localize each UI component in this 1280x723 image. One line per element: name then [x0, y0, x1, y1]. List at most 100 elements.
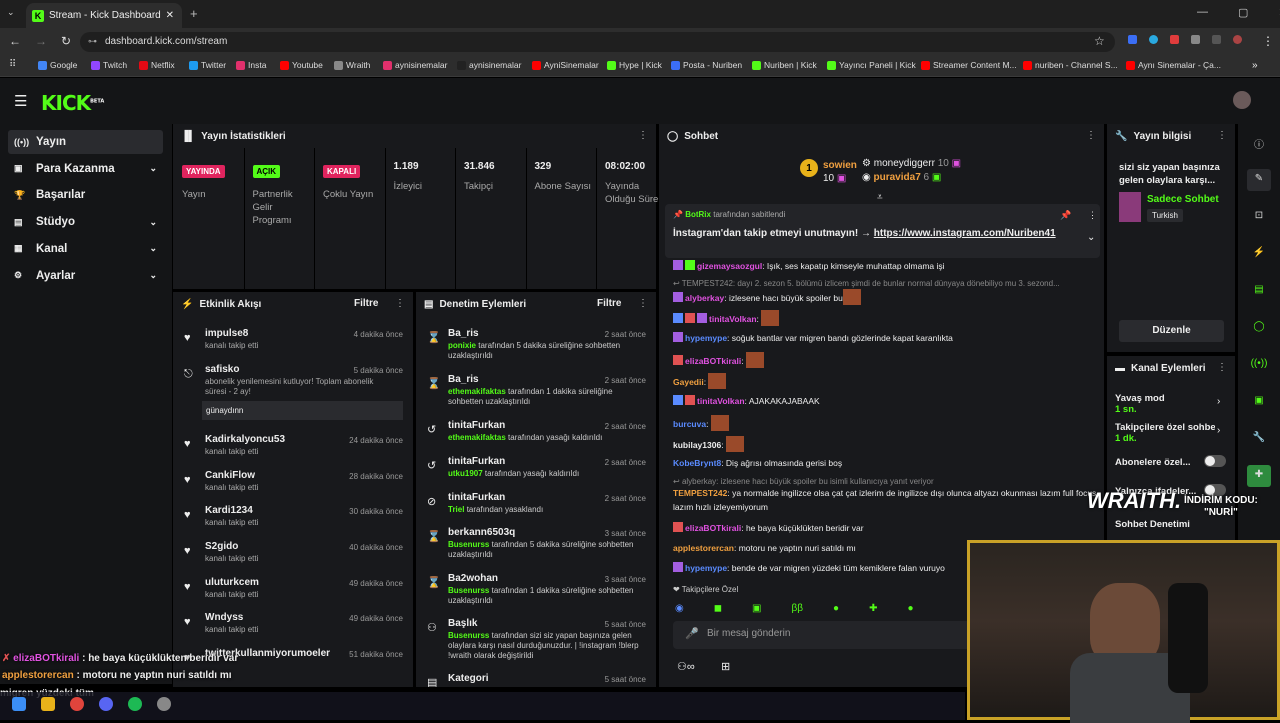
nav-item-channel[interactable]: ▦ Kanal ⌄ — [8, 237, 163, 261]
chat-username[interactable]: tinitaVolkan — [697, 396, 745, 406]
chat-username[interactable]: hypemype — [685, 563, 727, 573]
moderation-target[interactable]: Ba2wohan — [448, 573, 498, 584]
leader-1-name[interactable]: sowien — [823, 159, 857, 172]
info-icon[interactable]: ⓘ — [1247, 132, 1271, 154]
nav-item-settings[interactable]: ⚙ Ayarlar ⌄ — [8, 264, 163, 288]
followers-only-chevron-icon[interactable]: › — [1217, 425, 1220, 436]
chat-username[interactable]: KobeBrynt8 — [673, 458, 721, 468]
chat-username[interactable]: elizaBOTkirali — [685, 523, 741, 533]
edit-info-button[interactable]: Düzenle — [1119, 320, 1224, 342]
file-explorer-icon[interactable] — [41, 697, 55, 711]
slow-mode-chevron-icon[interactable]: › — [1217, 396, 1220, 407]
leader-3-name[interactable]: puravida7 — [874, 172, 921, 183]
reload-icon[interactable]: ↻ — [61, 34, 71, 48]
emote-icon[interactable]: ✚ — [869, 603, 877, 614]
extensions-icon[interactable] — [1191, 35, 1200, 44]
bookmark-item[interactable]: Hype | Kick — [607, 60, 662, 70]
chat-username[interactable]: applestorercan — [673, 543, 734, 553]
spotify-icon[interactable] — [128, 697, 142, 711]
wrench-icon[interactable]: 🔧 — [1247, 428, 1271, 450]
emote-icon[interactable]: ▣ — [752, 603, 761, 614]
moderation-filter-button[interactable]: Filtre — [597, 298, 621, 309]
chat-username[interactable]: gizemaysaozgul — [697, 261, 762, 271]
edit-icon[interactable]: ✎ — [1247, 169, 1271, 191]
site-info-icon[interactable]: ⊶ — [88, 36, 97, 47]
emote-icon[interactable]: ◼ — [714, 603, 722, 614]
minimize-icon[interactable]: — — [1197, 6, 1208, 19]
hamburger-menu-icon[interactable]: ☰ — [14, 92, 27, 110]
chat-bubble-icon[interactable]: ◯ — [1247, 317, 1271, 339]
moderation-target[interactable]: Ba_ris — [448, 374, 479, 385]
collapse-leaderboard-icon[interactable]: ⩡ — [877, 192, 883, 203]
slow-mode-setting[interactable]: Yavaş mod 1 sn. — [1115, 393, 1165, 415]
browser-tab[interactable]: K Stream - Kick Dashboard ✕ — [26, 3, 182, 28]
chevron-down-icon[interactable]: ⌄ — [149, 217, 157, 228]
activity-user[interactable]: Kadirkalyoncu53 — [205, 434, 285, 445]
profile-avatar[interactable] — [1233, 35, 1242, 44]
bookmark-item[interactable]: Aynı Sinemalar - Ça... — [1126, 60, 1221, 70]
nav-item-achievements[interactable]: 🏆 Başarılar — [8, 183, 163, 207]
mic-icon[interactable]: 🎤 — [685, 627, 699, 640]
moderation-target[interactable]: Başlık — [448, 618, 477, 629]
bookmark-item[interactable]: Google — [38, 60, 77, 70]
bolt-icon[interactable]: ⚡ — [1247, 243, 1271, 265]
chat-username[interactable]: Gayedii — [673, 377, 704, 387]
moderation-target[interactable]: tinitaFurkan — [448, 456, 505, 467]
bookmark-item[interactable]: Yayıncı Paneli | Kick — [827, 60, 916, 70]
activity-menu-icon[interactable]: ⋮ — [395, 298, 405, 309]
moderation-target[interactable]: tinitaFurkan — [448, 492, 505, 503]
subscribers-only-toggle[interactable] — [1204, 455, 1226, 467]
chat-username[interactable]: alyberkay — [685, 293, 724, 303]
windows-start-icon[interactable] — [12, 697, 26, 711]
emote-icon[interactable]: ◉ — [675, 603, 684, 614]
chat-settings-icon[interactable]: ⚇∞ — [677, 660, 695, 673]
chat-username[interactable]: burcuva — [673, 419, 706, 429]
bookmark-star-icon[interactable]: ☆ — [1094, 34, 1105, 48]
maximize-icon[interactable]: ▢ — [1238, 6, 1248, 19]
tab-list-icon[interactable]: ⌄ — [7, 7, 15, 18]
user-avatar[interactable] — [1233, 91, 1251, 109]
sidepanel-icon[interactable] — [1212, 35, 1221, 44]
layout-icon[interactable]: ▣ — [1247, 391, 1271, 413]
channel-actions-menu-icon[interactable]: ⋮ — [1217, 362, 1227, 373]
chat-username[interactable]: kubilay1306 — [673, 440, 721, 450]
activity-user[interactable]: CankiFlow — [205, 470, 255, 481]
nav-item-studio[interactable]: ▤ Stüdyo ⌄ — [8, 210, 163, 234]
back-icon[interactable]: ← — [9, 34, 21, 48]
activity-user[interactable]: S2gido — [205, 541, 238, 552]
bookmark-item[interactable]: Nuriben | Kick — [752, 60, 817, 70]
extension-red-icon[interactable] — [1170, 35, 1179, 44]
emote-icon[interactable]: ● — [833, 603, 839, 614]
bookmark-item[interactable]: aynisinemalar — [383, 60, 447, 70]
activity-user[interactable]: impulse8 — [205, 328, 248, 339]
bookmark-item[interactable]: Youtube — [280, 60, 323, 70]
bookmark-item[interactable]: AyniSinemalar — [532, 60, 599, 70]
close-tab-icon[interactable]: ✕ — [166, 10, 174, 21]
activity-user[interactable]: safisko — [205, 364, 239, 375]
info-menu-icon[interactable]: ⋮ — [1217, 130, 1227, 141]
browser-menu-icon[interactable]: ⋮ — [1262, 34, 1274, 48]
bookmark-item[interactable]: Wraith — [334, 60, 370, 70]
discord-icon[interactable] — [99, 697, 113, 711]
bookmark-item[interactable]: Insta — [236, 60, 266, 70]
activity-user[interactable]: Wndyss — [205, 612, 243, 623]
stats-menu-icon[interactable]: ⋮ — [638, 130, 648, 141]
chat-username[interactable]: hypemype — [685, 333, 727, 343]
emote-icon[interactable]: ββ — [792, 603, 804, 614]
bookmark-item[interactable]: Twitter — [189, 60, 226, 70]
moderation-target[interactable]: berkann6503q — [448, 527, 515, 538]
forward-icon[interactable]: → — [35, 34, 47, 48]
chevron-down-icon[interactable]: ⌄ — [149, 270, 157, 281]
bookmark-item[interactable]: Twitch — [91, 60, 127, 70]
expand-pinned-icon[interactable]: ⌄ — [1087, 232, 1095, 243]
moderation-target[interactable]: Ba_ris — [448, 328, 479, 339]
chevron-down-icon[interactable]: ⌄ — [149, 243, 157, 254]
extension-shield-icon[interactable] — [1128, 35, 1137, 44]
address-bar[interactable]: dashboard.kick.com/stream — [80, 32, 1115, 52]
chat-username[interactable]: elizaBOTkirali — [685, 356, 741, 366]
obs-icon[interactable] — [157, 697, 171, 711]
more-bookmarks-icon[interactable]: » — [1252, 60, 1258, 71]
apps-icon[interactable]: ⠿ — [9, 59, 16, 70]
clipboard-icon[interactable]: ▤ — [1247, 280, 1271, 302]
activity-user[interactable]: uluturkcem — [205, 577, 259, 588]
